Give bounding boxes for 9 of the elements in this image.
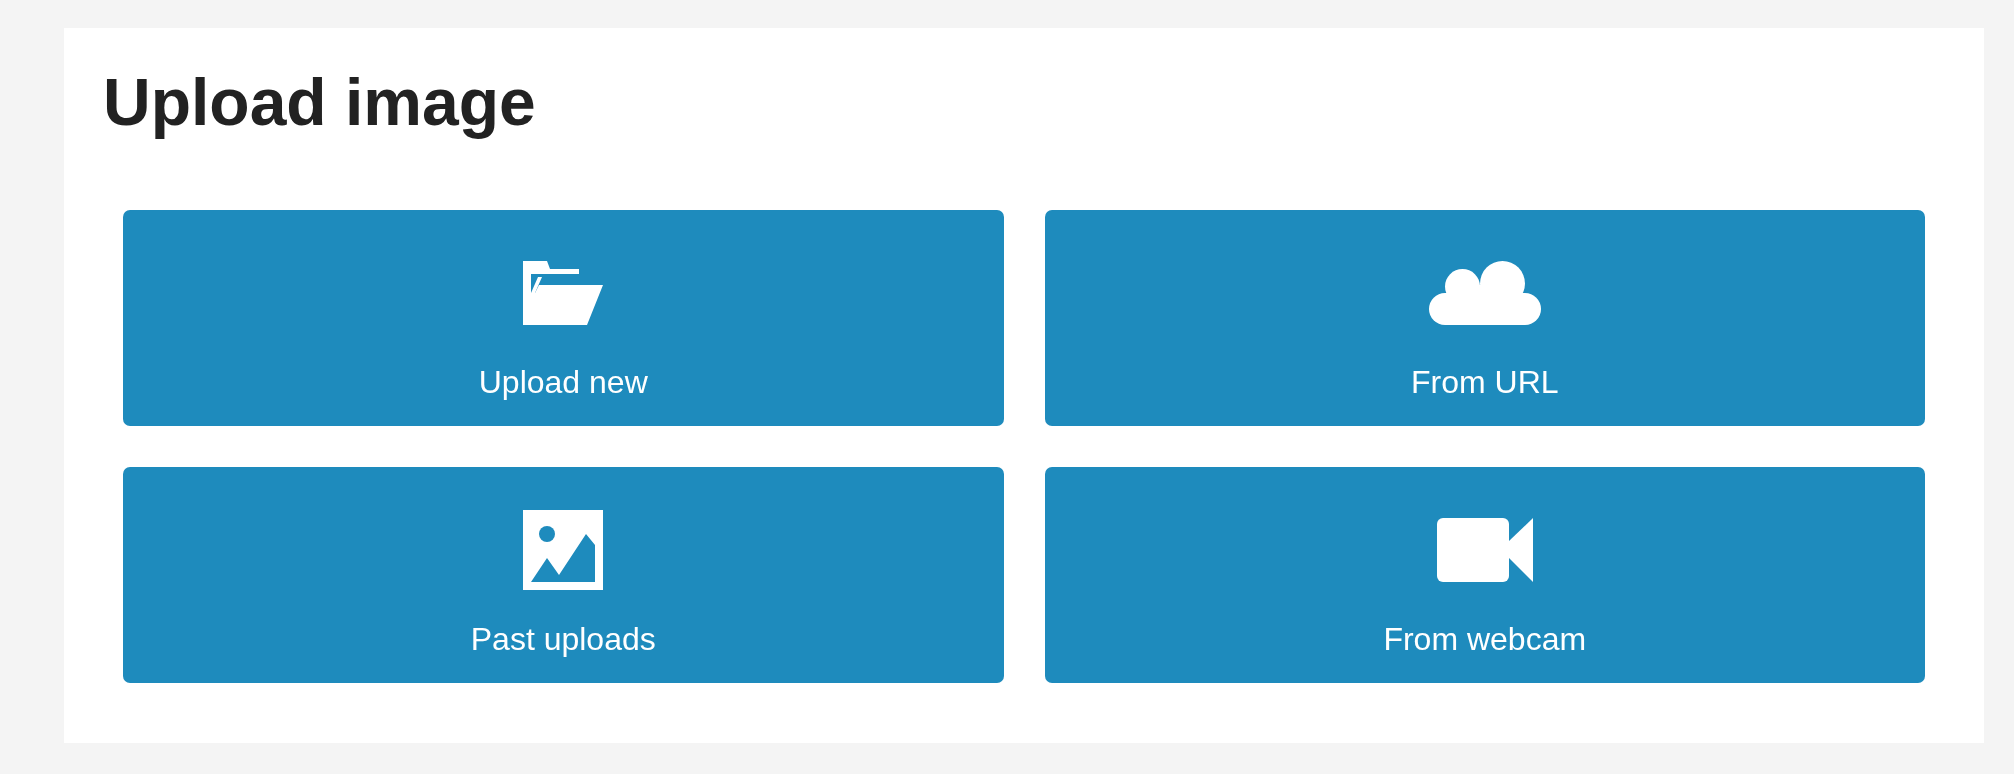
- upload-option-button[interactable]: Upload new: [123, 210, 1004, 427]
- image-icon: [523, 510, 604, 591]
- page-title: Upload image: [103, 64, 536, 141]
- upload-option-button[interactable]: From URL: [1044, 210, 1925, 427]
- cloud-icon: [1428, 261, 1541, 326]
- folder-icon: [523, 261, 604, 326]
- upload-option-button[interactable]: Past uploads: [123, 467, 1004, 684]
- upload-option-button[interactable]: From webcam: [1044, 467, 1925, 684]
- video-camera-icon: [1436, 518, 1533, 583]
